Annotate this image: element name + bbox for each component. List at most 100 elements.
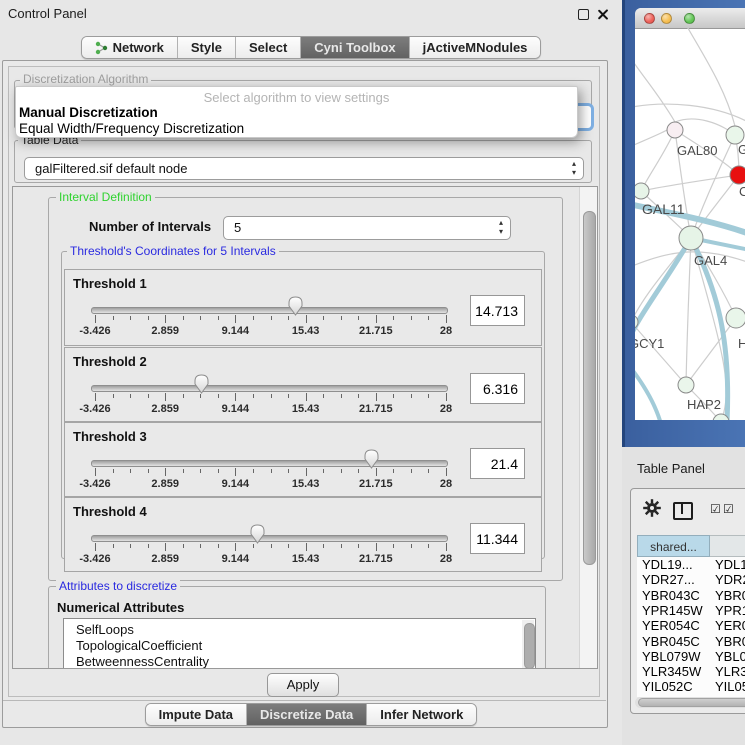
slider-tick <box>306 543 307 551</box>
attributes-group-title: Attributes to discretize <box>56 580 180 592</box>
table-row[interactable]: YPR145WYPR145W <box>637 603 745 618</box>
bottom-tab-infer-network[interactable]: Infer Network <box>367 704 476 725</box>
slider-tick <box>183 316 184 320</box>
table-row[interactable]: YDR27...YDR27... <box>637 572 745 587</box>
threshold-value-field[interactable]: 14.713 <box>470 295 525 326</box>
slider-tick <box>165 393 166 401</box>
slider-tick-label: -3.426 <box>65 325 125 337</box>
threshold-slider-thumb[interactable] <box>364 449 379 469</box>
threshold-slider-track[interactable] <box>91 535 448 542</box>
tab-jactivemnodules[interactable]: jActiveMNodules <box>410 37 541 58</box>
checkbox-checked-icon[interactable]: ☑ <box>710 502 721 516</box>
tab-cyni-toolbox[interactable]: Cyni Toolbox <box>301 37 409 58</box>
threshold-slider-track[interactable] <box>91 385 448 392</box>
slider-tick <box>165 468 166 476</box>
numerical-attributes-list[interactable]: SelfLoopsTopologicalCoefficientBetweenne… <box>63 618 536 669</box>
bottom-tab-label: Discretize Data <box>260 707 353 722</box>
node-gal80[interactable] <box>667 122 683 138</box>
bottom-tab-impute-data[interactable]: Impute Data <box>146 704 247 725</box>
split-view-icon[interactable] <box>673 502 693 520</box>
table-row[interactable]: YLR345WYLR345W <box>637 664 745 679</box>
bottom-tab-discretize-data[interactable]: Discretize Data <box>247 704 367 725</box>
slider-tick-label: 2.859 <box>135 403 195 415</box>
slider-tick <box>200 316 201 320</box>
column-header-shared-name[interactable]: shared... <box>637 535 710 557</box>
number-of-intervals-value: 5 <box>234 220 241 235</box>
table-horizontal-scrollbar[interactable] <box>635 697 745 708</box>
node-label-c: C <box>739 184 745 199</box>
table-cell-name: YDR27... <box>715 572 745 587</box>
slider-tick <box>200 394 201 398</box>
tab-select[interactable]: Select <box>236 37 301 58</box>
threshold-slider-thumb[interactable] <box>250 524 265 544</box>
slider-tick <box>148 316 149 320</box>
table-row[interactable]: YBR045CYBR045C <box>637 634 745 649</box>
threshold-slider-track[interactable] <box>91 460 448 467</box>
slider-tick <box>411 469 412 473</box>
list-item[interactable]: SelfLoops <box>76 622 134 637</box>
table-cell-shared-name: YBR045C <box>642 634 700 649</box>
checkbox-checked-icon[interactable]: ☑ <box>723 502 734 516</box>
table-cell-shared-name: YPR145W <box>642 603 703 618</box>
list-item[interactable]: TopologicalCoefficient <box>76 638 202 653</box>
node-right[interactable] <box>726 308 745 328</box>
table-row[interactable]: YDL19...YDL19... <box>637 557 745 572</box>
slider-tick <box>358 544 359 548</box>
zoom-traffic-light[interactable] <box>684 13 695 24</box>
table-cell-shared-name: YDL19... <box>642 557 693 572</box>
table-row[interactable]: YBL079WYBL079W <box>637 649 745 664</box>
tab-label: Select <box>249 40 287 55</box>
float-window-icon[interactable] <box>578 9 589 20</box>
apply-button[interactable]: Apply <box>267 673 339 697</box>
threshold-value-field[interactable]: 21.4 <box>470 448 525 479</box>
threshold-slider-thumb[interactable] <box>194 374 209 394</box>
slider-tick <box>323 544 324 548</box>
list-item[interactable]: BetweennessCentrality <box>76 654 209 669</box>
slider-tick <box>341 316 342 320</box>
network-canvas[interactable]: GAL80GACGAL11GAL4GCY1HHAP2 <box>635 28 745 420</box>
close-traffic-light[interactable] <box>644 13 655 24</box>
threshold-panel: Threshold 2-3.4262.8599.14415.4321.71528… <box>64 347 542 422</box>
threshold-slider-thumb[interactable] <box>288 296 303 316</box>
tab-style[interactable]: Style <box>178 37 236 58</box>
node-label-gcy1: GCY1 <box>635 336 664 351</box>
application-root: Control Panel NetworkStyleSelectCyni Too… <box>0 0 745 745</box>
slider-tick <box>253 544 254 548</box>
number-of-intervals-spinner[interactable]: 5 ▴▾ <box>223 216 511 240</box>
column-header-name[interactable]: name <box>710 535 745 557</box>
slider-tick-label: 28 <box>416 553 476 565</box>
minimize-traffic-light[interactable] <box>661 13 672 24</box>
control-panel-window: Control Panel NetworkStyleSelectCyni Too… <box>0 0 622 745</box>
threshold-value-field[interactable]: 6.316 <box>470 373 525 404</box>
threshold-slider-track[interactable] <box>91 307 448 314</box>
tab-network[interactable]: Network <box>82 37 178 58</box>
close-icon[interactable] <box>597 9 608 20</box>
attributes-scrollbar[interactable] <box>522 620 534 669</box>
node-gal4[interactable] <box>679 226 703 250</box>
slider-tick <box>130 394 131 398</box>
table-row[interactable]: YIL052CYIL052C <box>637 679 745 694</box>
bottom-tab-label: Infer Network <box>380 707 463 722</box>
vertical-scrollbar-thumb[interactable] <box>583 211 596 565</box>
slider-tick <box>288 316 289 320</box>
slider-tick <box>393 544 394 548</box>
tab-group: NetworkStyle Select Cyni ToolboxjActiveMNo… <box>81 36 542 59</box>
slider-tick <box>95 315 96 323</box>
slider-tick-label: 2.859 <box>135 553 195 565</box>
node-red[interactable] <box>730 166 745 184</box>
slider-tick <box>446 468 447 476</box>
threshold-label: Threshold 4 <box>73 504 147 519</box>
table-row[interactable]: YER054CYER054C <box>637 618 745 633</box>
node-gal11[interactable] <box>635 183 649 199</box>
threshold-value-field[interactable]: 11.344 <box>470 523 525 554</box>
node-hap2[interactable] <box>678 377 694 393</box>
table-cell-shared-name: YBR043C <box>642 588 700 603</box>
slider-tick <box>341 544 342 548</box>
gear-icon[interactable] <box>643 499 661 517</box>
vertical-scrollbar[interactable] <box>579 187 597 668</box>
algorithm-option-manual-discretization[interactable]: Manual Discretization <box>19 105 158 120</box>
algorithm-option-equal-width-frequency[interactable]: Equal Width/Frequency Discretization <box>19 121 244 136</box>
table-row[interactable]: YBR043CYBR043C <box>637 588 745 603</box>
node-label-ga: GA <box>738 142 745 157</box>
table-data-combobox[interactable]: galFiltered.sif default node ▴▾ <box>24 157 584 180</box>
